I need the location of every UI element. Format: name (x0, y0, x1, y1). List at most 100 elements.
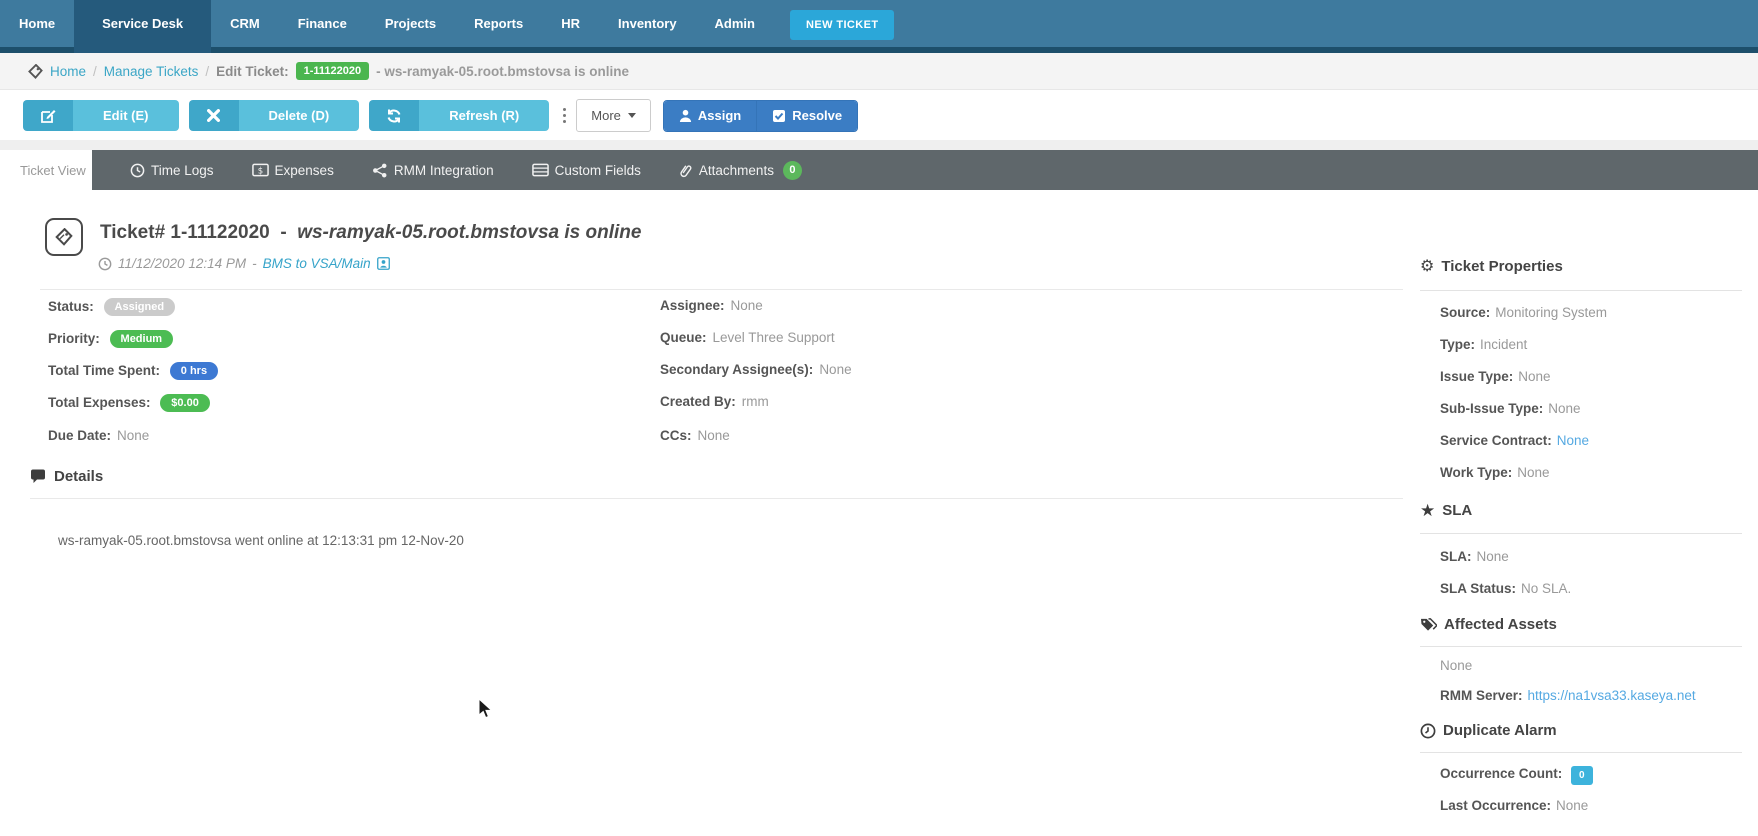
time-spent-badge: 0 hrs (170, 362, 218, 380)
breadcrumb: Home / Manage Tickets / Edit Ticket: 1-1… (0, 53, 1758, 90)
mouse-cursor (478, 698, 494, 720)
more-button[interactable]: More (576, 99, 651, 132)
resolve-button[interactable]: Resolve (756, 101, 857, 131)
occurrence-count-field: Occurrence Count: 0 (1440, 766, 1593, 785)
tab-expenses[interactable]: $ Expenses (252, 163, 334, 178)
tags-icon (1420, 617, 1437, 632)
ticket-subject: ws-ramyak-05.root.bmstovsa is online (297, 222, 641, 243)
ticket-created-line: 11/12/2020 12:14 PM - BMS to VSA/Main (98, 256, 390, 271)
nav-item-finance[interactable]: Finance (279, 0, 366, 53)
divider (1420, 290, 1742, 291)
sla-field: SLA:None (1440, 549, 1509, 564)
tab-label: Attachments (699, 163, 774, 178)
created-by-field: Created By:rmm (660, 394, 769, 409)
clock-icon (98, 257, 112, 271)
service-contract-link[interactable]: None (1557, 433, 1589, 448)
ticket-title: Ticket# 1-11122020 - ws-ramyak-05.root.b… (100, 222, 641, 244)
nav-item-home[interactable]: Home (0, 0, 74, 53)
duplicate-alarm-header: Duplicate Alarm (1420, 722, 1557, 739)
source-field: Source:Monitoring System (1440, 305, 1607, 320)
breadcrumb-separator: / (205, 64, 209, 79)
secondary-assignees-field: Secondary Assignee(s):None (660, 362, 852, 377)
breadcrumb-manage-tickets-link[interactable]: Manage Tickets (104, 64, 199, 79)
divider (0, 140, 1758, 150)
assign-button[interactable]: Assign (664, 101, 756, 131)
expenses-badge: $0.00 (160, 394, 210, 412)
chevron-down-icon (628, 113, 636, 118)
affected-assets-none: None (1440, 658, 1472, 673)
edit-button[interactable]: Edit (E) (23, 100, 179, 131)
assign-button-label: Assign (698, 108, 741, 123)
status-badge: Assigned (104, 298, 176, 316)
details-text: ws-ramyak-05.root.bmstovsa went online a… (58, 533, 464, 548)
sub-issue-type-field: Sub-Issue Type:None (1440, 401, 1581, 416)
breadcrumb-edit-ticket-label: Edit Ticket: (216, 64, 289, 79)
ticket-properties-header: ⚙ Ticket Properties (1420, 258, 1563, 275)
paperclip-icon (679, 163, 693, 178)
divider (1420, 752, 1742, 753)
nav-item-hr[interactable]: HR (542, 0, 599, 53)
breadcrumb-home-link[interactable]: Home (50, 64, 86, 79)
attachments-count-badge: 0 (783, 161, 802, 180)
new-ticket-button[interactable]: NEW TICKET (790, 10, 894, 40)
divider (1420, 646, 1742, 647)
tab-label: Time Logs (151, 163, 214, 178)
origin-workflow-link[interactable]: BMS to VSA/Main (263, 256, 371, 271)
nav-item-projects[interactable]: Projects (366, 0, 455, 53)
tab-time-logs[interactable]: Time Logs (130, 163, 214, 178)
tab-ticket-view[interactable]: Ticket View (0, 150, 92, 190)
svg-text:$: $ (257, 166, 262, 176)
ccs-field: CCs:None (660, 428, 730, 443)
divider (40, 289, 1403, 290)
tab-custom-fields[interactable]: Custom Fields (532, 163, 641, 178)
contact-card-icon[interactable] (377, 257, 390, 270)
rmm-server-field: RMM Server:https://na1vsa33.kaseya.net (1440, 688, 1696, 703)
gears-icon: ⚙ (1420, 259, 1434, 275)
priority-field: Priority: Medium (48, 330, 173, 348)
money-icon: $ (252, 163, 269, 177)
nav-item-inventory[interactable]: Inventory (599, 0, 696, 53)
ticket-tag-icon (28, 64, 43, 79)
rmm-server-link[interactable]: https://na1vsa33.kaseya.net (1528, 688, 1696, 703)
nav-item-service-desk[interactable]: Service Desk (74, 0, 211, 53)
breadcrumb-separator: / (93, 64, 97, 79)
delete-button[interactable]: Delete (D) (189, 100, 360, 131)
alarm-clock-icon (1420, 723, 1436, 739)
assign-resolve-group: Assign Resolve (663, 100, 858, 132)
work-type-field: Work Type:None (1440, 465, 1550, 480)
ticket-number-badge: 1-11122020 (296, 62, 370, 80)
affected-assets-header: Affected Assets (1420, 616, 1557, 633)
toolbar: Edit (E) Delete (D) Refresh (R) More Ass… (0, 91, 1758, 140)
time-spent-field: Total Time Spent: 0 hrs (48, 362, 218, 380)
sla-header: ★ SLA (1420, 502, 1472, 519)
nav-item-admin[interactable]: Admin (696, 0, 774, 53)
tab-label: Custom Fields (555, 163, 641, 178)
divider (30, 498, 1403, 499)
type-field: Type:Incident (1440, 337, 1527, 352)
tab-attachments[interactable]: Attachments 0 (679, 161, 802, 180)
nav-item-crm[interactable]: CRM (211, 0, 279, 53)
breadcrumb-ticket-title: - ws-ramyak-05.root.bmstovsa is online (376, 64, 629, 79)
check-square-icon (772, 109, 786, 123)
refresh-button[interactable]: Refresh (R) (369, 100, 549, 131)
star-icon: ★ (1420, 502, 1435, 519)
ticket-icon (45, 218, 83, 256)
tab-bar: Ticket View Time Logs $ Expenses RMM Int… (0, 150, 1758, 190)
status-field: Status: Assigned (48, 298, 175, 316)
refresh-button-label: Refresh (R) (419, 100, 549, 131)
tab-rmm-integration[interactable]: RMM Integration (372, 163, 494, 178)
list-table-icon (532, 163, 549, 177)
sla-status-field: SLA Status:No SLA. (1440, 581, 1571, 596)
clock-icon (130, 163, 145, 178)
tab-label: Expenses (275, 163, 334, 178)
delete-button-label: Delete (D) (239, 100, 360, 131)
nav-item-reports[interactable]: Reports (455, 0, 542, 53)
refresh-icon (369, 100, 419, 131)
top-nav: Home Service Desk CRM Finance Projects R… (0, 0, 1758, 53)
tab-label: RMM Integration (394, 163, 494, 178)
queue-field: Queue:Level Three Support (660, 330, 835, 345)
ellipsis-vertical-icon[interactable] (563, 108, 566, 123)
details-header: Details (30, 468, 103, 485)
service-contract-field: Service Contract:None (1440, 433, 1589, 448)
x-icon (189, 100, 239, 131)
